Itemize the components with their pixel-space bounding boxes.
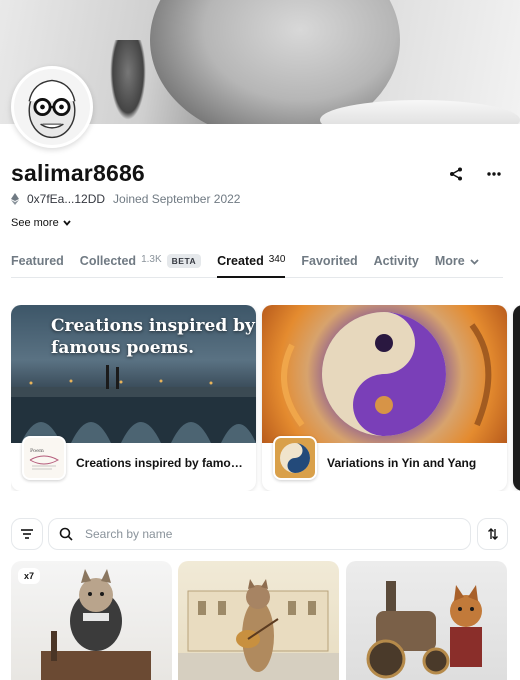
chevron-down-icon [470, 259, 479, 265]
tab-label: Favorited [301, 254, 358, 268]
ethereum-icon [11, 193, 19, 205]
joined-date: Joined September 2022 [113, 192, 241, 206]
tab-count: 1.3K [141, 254, 162, 265]
filter-icon [21, 529, 33, 539]
search-input[interactable] [85, 527, 445, 541]
cat-guitar-image [178, 579, 339, 680]
sort-button[interactable] [477, 518, 508, 550]
collection-thumbnail [273, 436, 317, 480]
tab-collected[interactable]: Collected 1.3K BETA [79, 250, 202, 278]
cat-steampunk-image [366, 581, 482, 679]
see-more-label: See more [11, 217, 59, 229]
avatar-illustration [14, 69, 90, 145]
see-more-button[interactable]: See more [11, 217, 71, 229]
profile-meta: 0x7fEa...12DD Joined September 2022 [11, 192, 240, 206]
collection-card[interactable]: Variations in Yin and Yang [262, 305, 507, 491]
tab-label: Activity [373, 254, 419, 268]
banner-earring [110, 40, 146, 120]
tab-label: Created [217, 254, 264, 268]
edition-badge: x7 [18, 568, 41, 584]
search-icon [59, 527, 73, 541]
avatar[interactable] [11, 66, 93, 148]
bridge-illustration [11, 365, 256, 443]
search-box [48, 518, 471, 550]
username: salimar8686 [11, 160, 145, 186]
profile-tabs: Featured Collected 1.3K BETA Created 340… [11, 250, 503, 278]
wallet-address[interactable]: 0x7fEa...12DD [27, 192, 105, 206]
collection-card[interactable]: Creations inspired by famous poems. Poem [11, 305, 256, 491]
filter-button[interactable] [11, 518, 43, 550]
nft-card[interactable]: x7 [11, 561, 172, 680]
nft-card[interactable] [178, 561, 339, 680]
yin-yang-illustration [281, 312, 492, 436]
tab-label: Featured [11, 254, 64, 268]
share-icon[interactable] [446, 164, 466, 184]
collection-banner-image: Creations inspired by famous poems. [11, 305, 256, 443]
collection-name: Variations in Yin and Yang [327, 456, 477, 470]
created-items-grid: x7 [11, 561, 520, 680]
tab-featured[interactable]: Featured [11, 250, 64, 278]
nft-card[interactable] [346, 561, 507, 680]
more-horizontal-icon[interactable] [484, 164, 504, 184]
collection-name: Creations inspired by famou... [76, 456, 248, 470]
tab-created[interactable]: Created 340 [217, 250, 286, 278]
svg-text:Poem: Poem [30, 448, 44, 454]
header-actions [446, 164, 504, 184]
beta-badge: BETA [166, 254, 202, 268]
tab-activity[interactable]: Activity [374, 250, 419, 278]
collection-thumbnail: Poem [22, 436, 66, 480]
collection-banner-image [262, 305, 507, 443]
tab-label: More [434, 254, 465, 268]
tab-label: Collected [79, 254, 137, 268]
chevron-down-icon [63, 220, 71, 226]
tab-favorited[interactable]: Favorited [301, 250, 357, 278]
featured-collections: Creations inspired by famous poems. Poem [11, 305, 520, 491]
collection-card-partial[interactable] [513, 305, 520, 491]
sort-icon [487, 528, 498, 540]
tab-more[interactable]: More [435, 250, 479, 278]
tab-count: 340 [268, 254, 286, 265]
